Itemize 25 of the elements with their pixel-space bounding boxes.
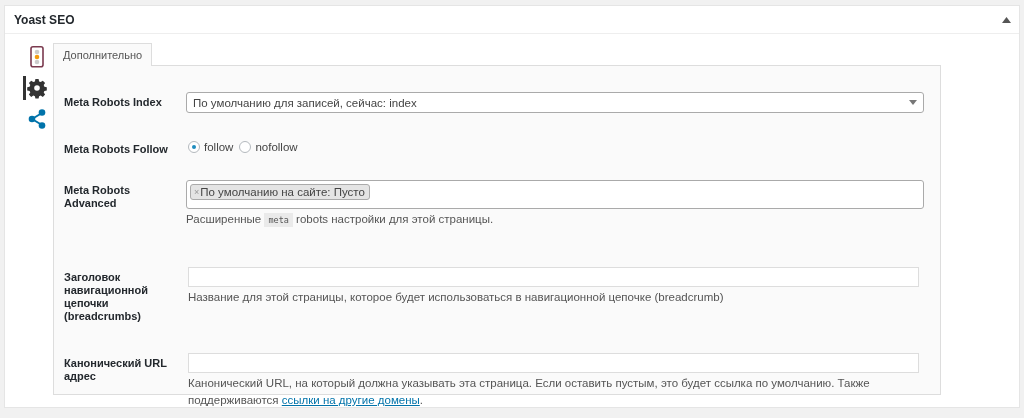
- panel-title: Yoast SEO: [14, 12, 75, 27]
- sidebar-tab[interactable]: [23, 76, 47, 100]
- field-label: Meta Robots Follow: [64, 142, 169, 156]
- settings-icon: [26, 77, 47, 99]
- caret-icon: [909, 100, 917, 105]
- tab[interactable]: Дополнительно: [53, 43, 153, 66]
- radio-button[interactable]: [188, 141, 200, 153]
- radio-button[interactable]: [239, 141, 252, 153]
- share-icon: [26, 108, 47, 130]
- select-field[interactable]: По умолчанию для записей, сейчас: index: [186, 92, 924, 113]
- input-field[interactable]: [188, 353, 919, 373]
- field-label: Meta Robots Advanced: [64, 183, 131, 211]
- field-label: Meta Robots Index: [64, 95, 163, 110]
- field-label: Заголовок навигационной цепочки (breadcrumbs): [64, 270, 149, 323]
- input-field[interactable]: [188, 267, 919, 287]
- tags-field[interactable]: ×По умолчанию на сайте: Пусто: [186, 180, 924, 209]
- collapse-icon[interactable]: [1002, 16, 1011, 23]
- field-label: Канонический URL адрес: [64, 356, 168, 384]
- help-text: Название для этой страницы, которое будет использоваться в навигационной цепочке (breadcrumb): [188, 290, 725, 305]
- link[interactable]: ссылки на другие домены: [281, 394, 420, 406]
- help-text: Канонический URL, на который должна указывать эта страница. Если оставить пустым, это будет ссылка по умолчанию. Также поддерживаются ссылки на другие домены.: [188, 376, 871, 408]
- radio-label[interactable]: nofollow: [255, 141, 298, 153]
- help-text: Расширенные meta robots настройки для этой страницы.: [186, 212, 495, 229]
- radio-label[interactable]: follow: [204, 141, 234, 153]
- tag-label: По умолчанию на сайте: Пусто: [200, 186, 365, 198]
